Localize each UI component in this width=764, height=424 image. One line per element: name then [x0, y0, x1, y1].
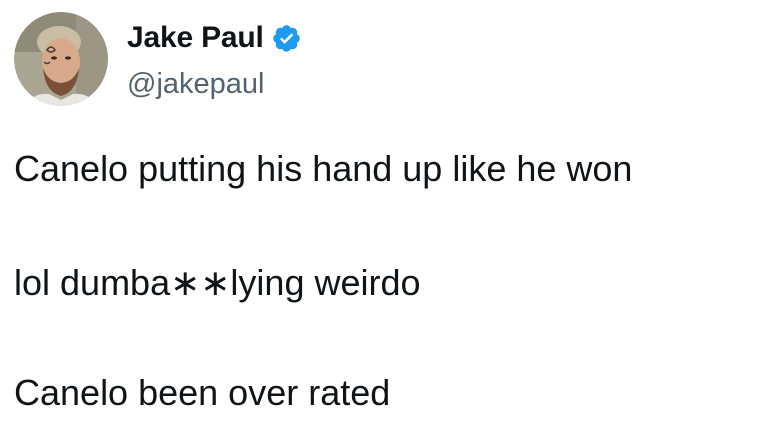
avatar-photo-icon [14, 12, 108, 106]
author-name-row: Jake Paul [127, 19, 302, 57]
tweet: Jake Paul @jakepaul Canelo putting his h… [0, 0, 764, 424]
verified-badge-icon [271, 23, 302, 54]
author-handle[interactable]: @jakepaul [127, 66, 264, 102]
tweet-text-line: lol dumba∗∗lying weirdo [14, 262, 421, 303]
avatar[interactable] [14, 12, 108, 106]
tweet-text-line: Canelo putting his hand up like he won [14, 148, 633, 189]
tweet-text-line: Canelo been over rated [14, 372, 391, 413]
author-display-name[interactable]: Jake Paul [127, 19, 264, 57]
